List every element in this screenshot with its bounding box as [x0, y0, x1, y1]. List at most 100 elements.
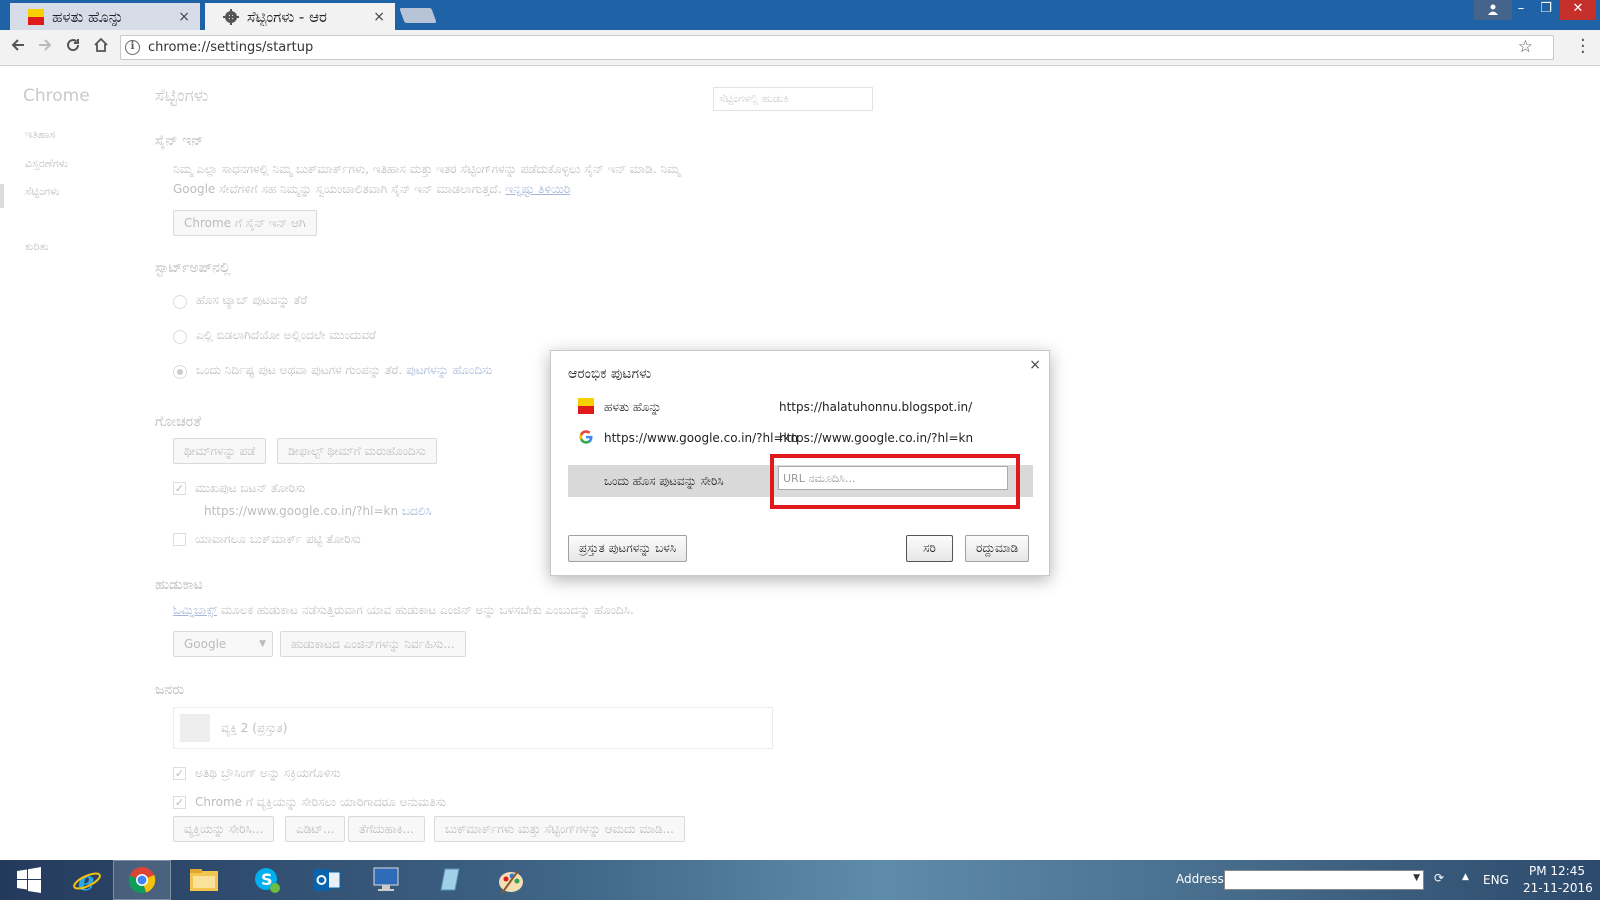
person-name: ವ್ಯಕ್ತಿ 2 (ಪ್ರಸ್ತುತ) [221, 721, 288, 735]
add-person-label: Chrome ಗೆ ವ್ಯಕ್ತಿಯನ್ನು ಸೇರಿಸಲು ಯಾರಿಗಾದರೂ… [195, 795, 446, 809]
tab-close-button[interactable]: × [373, 9, 385, 25]
startup-page-url: https://halatuhonnu.blogspot.in/ [779, 400, 973, 414]
nav-item-extensions[interactable]: ವಿಸ್ತರಣೆಗಳು [25, 157, 68, 171]
bookmark-star-icon[interactable]: ☆ [1518, 37, 1533, 57]
startup-page-name: https://www.google.co.in/?hl=kn [604, 431, 799, 445]
tab-halatuhonnu[interactable]: ಹಳತು ಹೊನ್ನು × [10, 3, 200, 30]
nav-item-about[interactable]: ಕುರಿತು [25, 240, 49, 254]
add-person-checkbox[interactable]: ✓ [173, 796, 186, 809]
home-button-checkbox[interactable]: ✓ [173, 482, 186, 495]
restore-button[interactable]: ❐ [1533, 0, 1559, 20]
tab-settings[interactable]: ಸೆಟ್ಟಿಂಗಳು - ಆರ × [205, 3, 395, 30]
change-home-link[interactable]: ಬದಲಿಸಿ [402, 504, 432, 518]
taskbar-chrome[interactable] [113, 860, 171, 900]
home-button[interactable] [90, 37, 112, 59]
taskbar-computer[interactable] [358, 860, 416, 900]
manage-search-engines-button[interactable]: ಹುಡುಕಾಟದ ಎಂಜಿನ್‌ಗಳನ್ನು ನಿರ್ವಹಿಸು... [280, 631, 466, 657]
startup-page-row[interactable]: https://www.google.co.in/?hl=kn https://… [568, 423, 1033, 453]
people-header: ಜನರು [155, 682, 185, 698]
startup-page-row[interactable]: ಹಳತು ಹೊನ್ನು https://halatuhonnu.blogspot… [568, 392, 1033, 422]
settings-search-input[interactable]: ಸೆಟ್ಟಿಂಗಳಲ್ಲಿ ಹುಡುಕಿ [713, 87, 873, 111]
refresh-icon[interactable]: ⟳ [1434, 871, 1444, 885]
startup-header: ಸ್ಟಾರ್ಟ್‌ಅಪ್‌ನಲ್ಲಿ [155, 260, 231, 276]
bookmarks-bar-checkbox[interactable] [173, 533, 186, 546]
reset-theme-button[interactable]: ಡೀಫಾಲ್ಟ್ ಥೀಮ್‌ಗೆ ಮರುಹೊಂದಿಸು [277, 438, 437, 464]
signin-desc-2: Google ಸೇವೆಗಳಿಗೆ ಸಹ ನಿಮ್ಮನ್ನು ಸ್ವಯಂಚಾಲಿತ… [173, 182, 571, 196]
google-icon [579, 430, 593, 444]
chrome-brand: Chrome [23, 86, 90, 106]
file-explorer-icon [190, 869, 218, 891]
nav-item-settings[interactable]: ಸೆಟ್ಟಿಂಗಳು [25, 185, 60, 199]
taskbar-address-input[interactable]: ▼ [1224, 870, 1424, 890]
omnibox-link[interactable]: ಓಮ್ನಿಬಾಕ್ಸ್ [173, 603, 217, 617]
taskbar-outlook[interactable] [298, 860, 356, 900]
kannada-flag-icon [28, 8, 44, 25]
dialog-close-button[interactable]: × [1029, 357, 1041, 373]
minimize-button[interactable]: – [1508, 0, 1534, 20]
profile-icon[interactable] [1474, 0, 1512, 20]
clock-time[interactable]: PM 12:45 [1529, 864, 1585, 878]
radio-continue-label: ಎಲ್ಲಿ ಬಿಡಲಾಗಿದೆಯೋ ಅಲ್ಲಿಂದಲೇ ಮುಂದುವರೆ [196, 328, 376, 342]
skype-icon: S [255, 868, 280, 893]
clock-date[interactable]: 21-11-2016 [1523, 881, 1593, 895]
start-icon [17, 867, 41, 893]
reload-button[interactable] [62, 37, 84, 59]
radio-new-tab[interactable] [173, 295, 187, 309]
paint-icon [499, 870, 523, 894]
ok-button[interactable]: ಸರಿ [906, 535, 953, 562]
info-icon[interactable]: i [125, 40, 140, 55]
home-url: https://www.google.co.in/?hl=kn [204, 504, 399, 518]
back-button[interactable] [7, 37, 29, 59]
remove-person-button[interactable]: ತೆಗೆದುಹಾಕಿ... [348, 816, 425, 842]
forward-button[interactable] [34, 37, 56, 59]
set-pages-link[interactable]: ಪುಟಗಳನ್ನು ಹೊಂದಿಸು [406, 363, 492, 377]
signin-button[interactable]: Chrome ಗೆ ಸೈನ್ ಇನ್ ಆಗಿ [173, 210, 317, 236]
taskbar-file-explorer[interactable] [175, 860, 233, 900]
nav-item-history[interactable]: ಇತಿಹಾಸ [25, 128, 55, 142]
learn-more-link[interactable]: ಇನ್ನಷ್ಟು ತಿಳಿಯಿರಿ [505, 182, 570, 196]
internet-explorer-icon: e [73, 867, 101, 895]
guest-browsing-checkbox[interactable]: ✓ [173, 767, 186, 780]
add-person-button[interactable]: ವ್ಯಕ್ತಿಯನ್ನು ಸೇರಿಸಿ... [173, 816, 275, 842]
person-list[interactable]: ವ್ಯಕ್ತಿ 2 (ಪ್ರಸ್ತುತ) [173, 707, 773, 749]
search-desc: ಓಮ್ನಿಬಾಕ್ಸ್ ಮೂಲಕ ಹುಡುಕಾಟ ನಡೆಸುತ್ತಿರುವಾಗ … [173, 603, 634, 617]
edit-person-button[interactable]: ಎಡಿಟ್... [285, 816, 346, 842]
cancel-button[interactable]: ರದ್ದುಮಾಡಿ [965, 535, 1030, 562]
radio-specific-pages[interactable] [173, 365, 187, 379]
close-window-button[interactable]: ✕ [1560, 0, 1596, 20]
kannada-flag-icon [578, 398, 594, 414]
back-arrow-icon [11, 39, 24, 51]
address-url[interactable]: chrome://settings/startup [148, 40, 313, 55]
search-engine-select[interactable]: Google ▼ [173, 631, 273, 657]
red-highlight-box [770, 454, 1020, 509]
radio-continue[interactable] [173, 330, 187, 344]
startup-page-url: https://www.google.co.in/?hl=kn [779, 431, 974, 445]
show-hidden-icons-icon[interactable]: ▲ [1462, 872, 1469, 882]
page-title: ಸೆಟ್ಟಿಂಗಳು [155, 86, 209, 106]
start-button[interactable] [0, 860, 58, 900]
get-themes-button[interactable]: ಥೀಮ್‌ಗಳನ್ನು ಪಡೆ [173, 438, 267, 464]
taskbar-paint[interactable] [482, 860, 540, 900]
taskbar-ie[interactable]: e [58, 860, 116, 900]
language-indicator[interactable]: ENG [1483, 873, 1509, 887]
guest-browsing-label: ಅತಿಥಿ ಬ್ರೌಸಿಂಗ್ ಅನ್ನು ಸಕ್ರಿಯಗೊಳಿಸು [195, 766, 341, 780]
forward-arrow-icon [39, 39, 52, 51]
nav-selected-marker [0, 184, 4, 208]
chrome-menu-button[interactable]: · · · [1580, 32, 1586, 62]
tab-close-button[interactable]: × [178, 9, 190, 25]
search-header: ಹುಡುಕಾಟ [155, 577, 203, 593]
use-current-pages-button[interactable]: ಪ್ರಸ್ತುತ ಪುಟಗಳನ್ನು ಬಳಸಿ [568, 535, 688, 562]
browser-toolbar: i chrome://settings/startup ☆ · · · [0, 30, 1600, 66]
address-bar[interactable]: i chrome://settings/startup ☆ [120, 35, 1554, 60]
chrome-icon [128, 867, 156, 894]
taskbar-skype[interactable]: S [238, 860, 296, 900]
title-bar: ಹಳತು ಹೊನ್ನು × ಸೆಟ್ಟಿಂಗಳು - ಆರ × – ❐ ✕ [0, 0, 1600, 30]
taskbar-notepad[interactable] [420, 860, 478, 900]
add-page-label: ಒಂದು ಹೊಸ ಪುಟವನ್ನು ಸೇರಿಸಿ [604, 474, 724, 488]
dialog-title: ಆರಂಭಿಕ ಪುಟಗಳು [568, 366, 652, 382]
notepad-icon [440, 868, 460, 891]
new-tab-button[interactable] [399, 8, 437, 23]
avatar [180, 714, 210, 742]
import-bookmarks-button[interactable]: ಬುಕ್‌ಮಾರ್ಕ್‌ಗಳು ಮತ್ತು ಸೆಟ್ಟಿಂಗ್‌ಗಳನ್ನು ಆ… [434, 816, 685, 842]
home-url-row: https://www.google.co.in/?hl=kn ಬದಲಿಸಿ [204, 504, 432, 519]
